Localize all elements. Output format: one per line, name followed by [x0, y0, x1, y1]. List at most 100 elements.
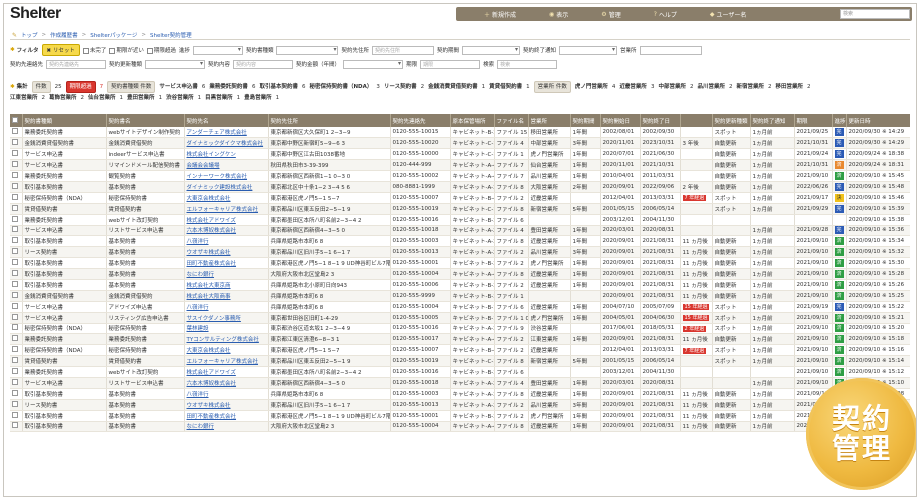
company-link[interactable]: なにわ銀行	[184, 421, 269, 433]
address-input[interactable]: 契約先住所	[371, 45, 434, 55]
row-checkbox[interactable]	[12, 422, 18, 429]
company-link[interactable]: 八嶺洋行	[184, 235, 269, 248]
row-checkbox-cell[interactable]	[10, 214, 23, 226]
row-checkbox[interactable]	[12, 411, 18, 418]
row-checkbox-cell[interactable]	[10, 366, 23, 378]
top-menu-item-4[interactable]: ◆ ユーザー名	[682, 10, 752, 19]
company-link[interactable]: 八嶺洋行	[184, 301, 269, 313]
office-count-name[interactable]: 虎ノ門営業所	[575, 82, 608, 92]
status-badge[interactable]: 済	[834, 161, 844, 170]
table-row[interactable]: サービス申込書 リマインドメール配信契約書 会議会会議場 秋田県秋田市3-39-399…	[10, 159, 910, 172]
company-link[interactable]: 株式会社アドワイズ	[184, 366, 269, 378]
status-badge[interactable]: 済	[834, 291, 844, 300]
row-checkbox[interactable]	[12, 378, 18, 385]
column-header[interactable]: 原本保管場所	[450, 114, 495, 127]
row-checkbox[interactable]	[12, 172, 18, 178]
company-link[interactable]: 会議会会議場	[184, 159, 269, 172]
column-header[interactable]: 進捗	[832, 114, 847, 127]
office-count-name[interactable]: 渋谷営業所	[166, 93, 194, 103]
row-checkbox[interactable]	[12, 302, 18, 309]
row-checkbox-cell[interactable]	[10, 421, 23, 433]
row-checkbox-cell[interactable]	[10, 344, 23, 357]
company-link[interactable]: ダイナミック建設株式会社	[184, 181, 269, 193]
reset-button[interactable]: ✖ リセット	[41, 44, 80, 56]
company-link[interactable]: 株式会社大東京商	[184, 279, 269, 291]
row-checkbox-cell[interactable]	[10, 388, 23, 400]
column-header[interactable]	[680, 114, 713, 127]
table-row[interactable]: 業務委託契約書 webサイト改訂契約 株式会社アドワイズ 東京都墨田区本所八町名前2−…	[10, 214, 910, 226]
table-row[interactable]: 取引基本契約書 基本契約書 田町不動産株式会社 東京都港区虎ノ門5−1 8−1 9 U…	[10, 257, 910, 270]
doc-type-count-name[interactable]: 秘密保持契約書（NDA）	[309, 82, 372, 92]
column-header[interactable]: 契約書種類	[22, 114, 107, 127]
office-input[interactable]	[639, 45, 702, 55]
breadcrumb-link[interactable]: 作成履歴書	[50, 31, 78, 39]
row-checkbox[interactable]	[12, 324, 18, 331]
row-checkbox-cell[interactable]	[10, 235, 23, 248]
office-count-name[interactable]: 仙台営業所	[88, 93, 116, 103]
company-link[interactable]: 葉林建設	[184, 323, 269, 335]
status-badge[interactable]: 済	[834, 313, 844, 322]
column-header[interactable]	[10, 114, 23, 127]
status-badge[interactable]: 済	[834, 346, 844, 355]
status-badge[interactable]: 済	[834, 368, 844, 377]
office-count-name[interactable]: 葛飾営業所	[49, 93, 77, 103]
row-checkbox-cell[interactable]	[10, 301, 23, 313]
search-input[interactable]: 検索	[497, 59, 558, 69]
row-checkbox-cell[interactable]	[10, 323, 23, 335]
contact-input[interactable]: 契約先連絡先	[46, 59, 107, 69]
office-count-name[interactable]: 目黒営業所	[205, 93, 233, 103]
table-row[interactable]: 秘密保持契約書（NDA） 秘密保持契約書 大東京会株式会社 東京都港区虎ノ門5−1 5…	[10, 344, 910, 357]
deadline-input[interactable]: 期限	[420, 59, 481, 69]
company-link[interactable]: TYコンサルティング株式会社	[184, 333, 269, 346]
status-badge[interactable]: 済	[834, 357, 844, 366]
column-header[interactable]: 契約書名	[106, 114, 185, 127]
status-badge[interactable]: 済	[834, 237, 844, 246]
status-badge[interactable]: 済	[834, 270, 844, 279]
status-badge[interactable]: 済	[834, 280, 844, 289]
column-header[interactable]: 更新日時	[846, 114, 910, 127]
company-link[interactable]: 田町不動産株式会社	[184, 257, 269, 270]
row-checkbox-cell[interactable]	[10, 225, 23, 237]
filter-check-near-deadline[interactable]: 期限が近い	[109, 46, 144, 54]
column-header[interactable]: 契約先住所	[268, 114, 391, 127]
status-badge[interactable]: 済	[834, 324, 844, 333]
column-header[interactable]: 契約終了通知	[750, 114, 795, 127]
breadcrumb-link[interactable]: トップ	[21, 31, 38, 39]
checkbox[interactable]	[82, 47, 89, 54]
table-row[interactable]: 秘密保持契約書（NDA） 秘密保持契約書 葉林建設 東京都渋谷区道玄坂1 2−3−4 …	[10, 323, 910, 335]
global-search-input[interactable]: 検索	[840, 9, 910, 19]
doc-type-count-name[interactable]: リース契約書	[384, 82, 417, 92]
status-badge[interactable]: 完	[834, 150, 844, 159]
overdue-tag[interactable]: 期限超過	[65, 80, 96, 93]
renewal-type-select[interactable]	[145, 59, 206, 69]
table-row[interactable]: 金銭消費貸借契約書 金銭消費貸借契約 株式会社大阪商事 兵庫県姫路市本町6 8 0120…	[10, 290, 910, 302]
doc-type-select[interactable]	[276, 45, 339, 55]
row-checkbox-cell[interactable]	[10, 410, 23, 422]
period-select[interactable]	[461, 45, 520, 55]
office-count-name[interactable]: 近畿営業所	[619, 82, 647, 92]
row-checkbox[interactable]	[12, 270, 18, 277]
status-badge[interactable]: 済	[834, 335, 844, 344]
table-row[interactable]: サービス申込書 リストサービス申込書 六本木博奴株式会社 東京都新宿区西新宿4−3−5…	[10, 225, 910, 237]
row-checkbox-cell[interactable]	[10, 355, 23, 368]
content-input[interactable]: 契約内容	[233, 59, 294, 69]
table-row[interactable]: 業務委託契約書 webサイトデザイン制作契約 アンダーチェア株式会社 東京都新宿区大久…	[10, 127, 910, 139]
company-link[interactable]: 株式会社アドワイズ	[184, 214, 269, 226]
company-link[interactable]: 八嶺洋行	[184, 388, 269, 400]
doc-type-count-name[interactable]: 金銭消費貸借契約書	[428, 82, 478, 92]
row-checkbox-cell[interactable]	[10, 148, 23, 161]
row-checkbox[interactable]	[12, 182, 18, 189]
column-header[interactable]: 契約先連絡先	[390, 114, 451, 127]
row-checkbox[interactable]	[12, 150, 18, 157]
status-badge[interactable]: 決	[834, 193, 844, 202]
row-checkbox[interactable]	[12, 139, 18, 146]
table-row[interactable]: 取引基本契約書 基本契約書 八嶺洋行 兵庫県姫路市本町6 8 0120-555-1000…	[10, 388, 910, 400]
row-checkbox-cell[interactable]	[10, 268, 23, 280]
filter-check-incomplete[interactable]: 未完了	[82, 46, 106, 54]
office-count-name[interactable]: 新宿営業所	[736, 82, 764, 92]
top-menu-item-0[interactable]: ＋新規作成	[456, 10, 521, 19]
company-link[interactable]: なにわ銀行	[184, 268, 269, 280]
top-menu-item-3[interactable]: ? ヘルプ	[626, 10, 682, 19]
office-count-name[interactable]: 豊島営業所	[244, 93, 272, 103]
table-row[interactable]: 業務委託契約書 業務委託契約書 TYコンサルティング株式会社 東京都江東区清澄6−8−…	[10, 333, 910, 346]
